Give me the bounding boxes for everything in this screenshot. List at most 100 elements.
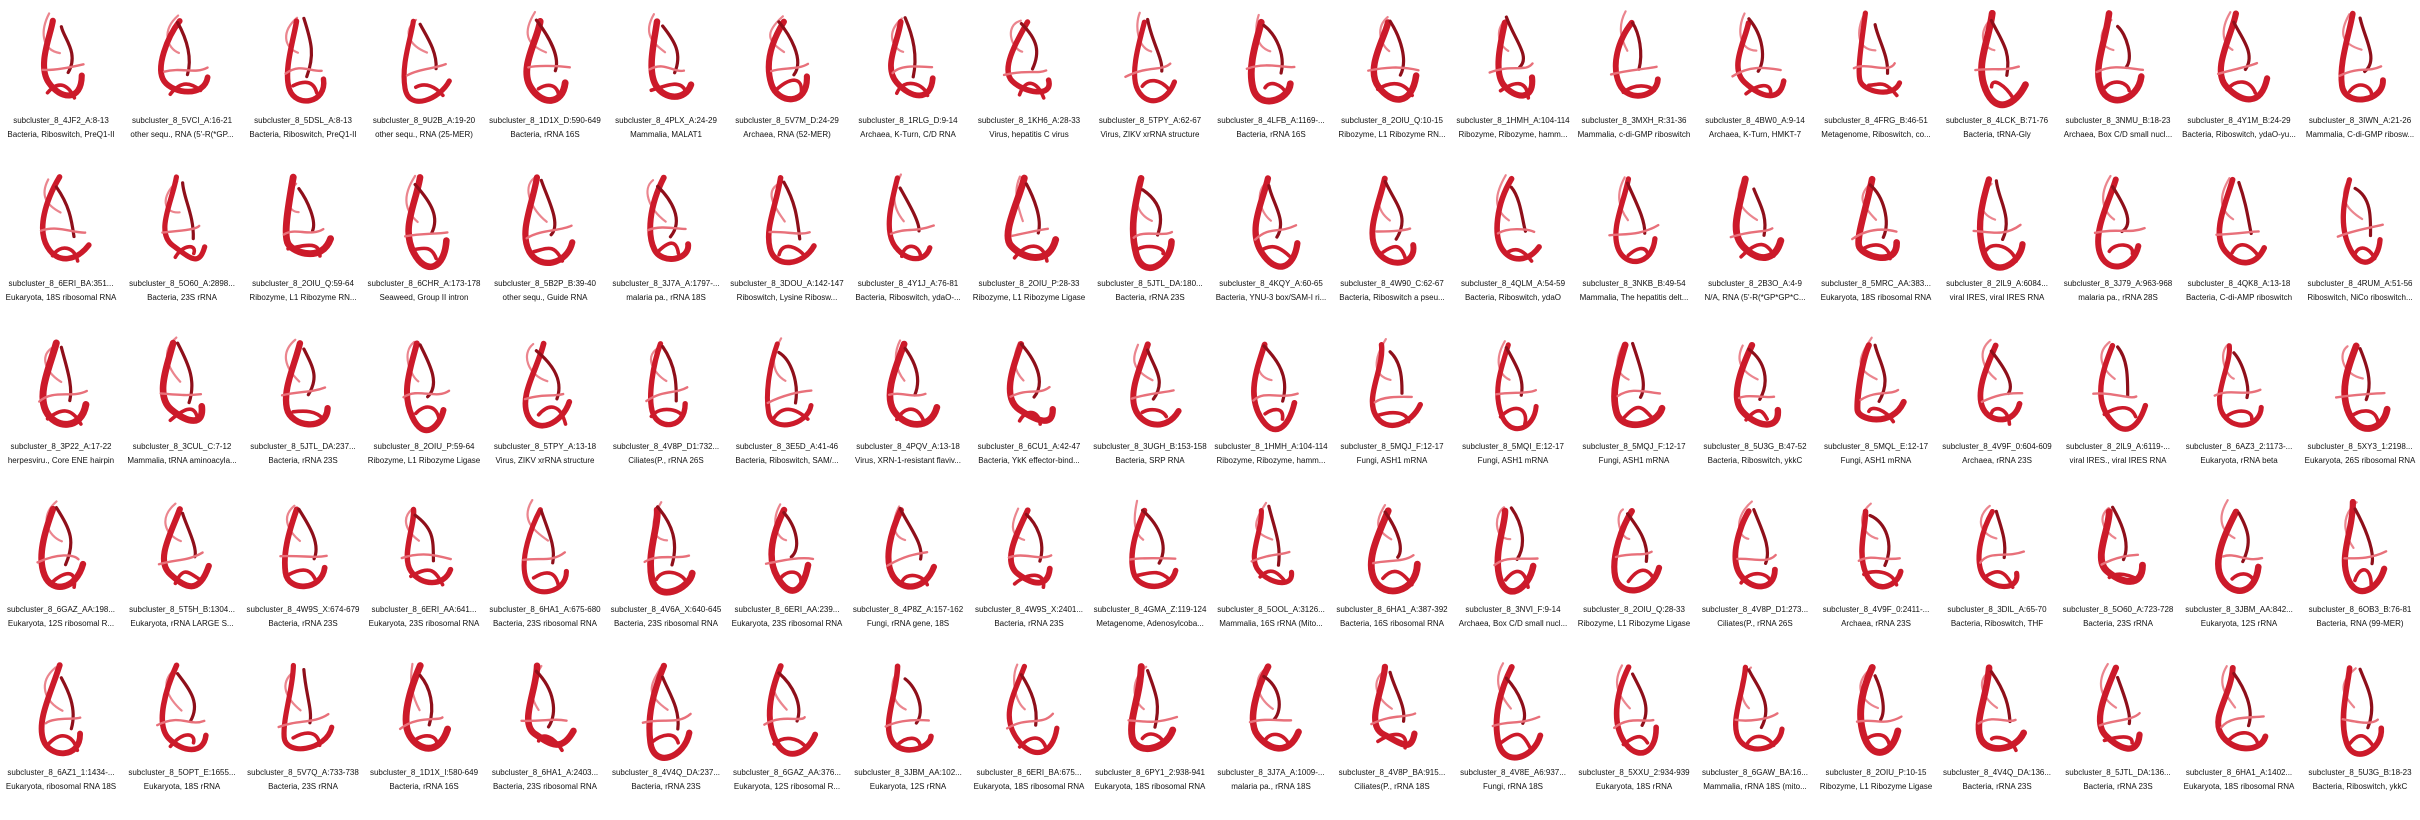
structure-id-label: subcluster_8_6HA1_A:1402... [2185,768,2293,777]
structure-tile: subcluster_8_4FRG_B:46-51 Metagenome, Rib… [1809,6,1943,166]
rna-strand [59,676,75,731]
rna-strand [2353,568,2373,587]
rna-strand [1129,174,1175,271]
rna-strand [39,227,87,234]
structure-source-label: Bacteria, Riboswitch, ydaO-... [855,293,961,302]
rna-strand [2358,16,2373,74]
structure-source-label: Archaea, rRNA 23S [1841,619,1911,628]
structure-id-label: subcluster_8_6GAW_BA:16... [1702,768,1808,777]
rna-structure-icon [2215,664,2269,752]
structure-source-label: Fungi, rRNA 18S [1482,782,1544,791]
structure-id-label: subcluster_8_4P8Z_A:157-162 [852,605,964,614]
structure-tile: subcluster_8_5JTL_DA:136... Bacteria, rRN… [2051,658,2185,818]
structure-id-label: subcluster_8_4V8E_A6:937... [1460,768,1566,777]
structure-source-label: Bacteria, rRNA 23S [1962,782,2032,791]
structure-id-label: subcluster_8_2B3O_A:4-9 [1708,279,1802,288]
structure-tile: subcluster_8_3NMU_B:18-23 Archaea, Box C/… [2051,6,2185,166]
rna-strand [1989,18,2010,77]
rna-strand [405,62,447,77]
rna-strand [1011,227,1050,238]
structure-tile: subcluster_8_6PY1_2:938-941 Eukaryota, 18… [1083,658,1217,818]
structure-source-label: Bacteria, 23S rRNA [2083,619,2153,628]
rna-strand [2111,505,2128,562]
rna-structure-icon [1852,10,1903,98]
structure-tile: subcluster_8_5JTL_DA:237... Bacteria, rRN… [236,332,370,492]
rna-structure-icon [2097,505,2146,585]
rna-strand [1132,230,1174,239]
rna-structure-icon [884,663,934,753]
rna-strand [2220,715,2265,729]
rna-strand [2358,347,2371,402]
structure-id-label: subcluster_8_3JBM_AA:842... [2185,605,2293,614]
rna-strand [1873,674,1885,722]
rna-strand [1375,227,1412,233]
rna-structure-icon [1367,15,1420,103]
structure-source-label: Riboswitch, Lysine Ribosw... [736,293,838,302]
structure-tile: subcluster_8_4LCK_B:71-76 Bacteria, tRNA-… [1930,6,2064,166]
structure-tile: subcluster_8_4V4Q_DA:136... Bacteria, rRN… [1930,658,2064,818]
structure-source-label: herpesviru., Core ENE hairpin [7,456,115,465]
rna-structure-icon [401,18,452,104]
structure-tile: subcluster_8_4W9S_X:674-679 Bacteria, rRN… [236,495,370,655]
rna-structure-icon [159,336,206,424]
rna-strand [1626,181,1647,235]
structure-source-label: Eukaryota, 12S ribosomal R... [733,782,841,791]
structure-source-label: Eukaryota, 18S rRNA [143,782,221,791]
structure-id-label: subcluster_8_5TPY_A:62-67 [1098,116,1202,125]
structure-id-label: subcluster_8_2OIU_P:10-15 [1825,768,1927,777]
rna-strand [1744,409,1769,422]
structure-source-label: Bacteria, YkK effector-bind... [978,456,1080,465]
structure-id-label: subcluster_8_5O60_A:723-728 [2062,605,2174,614]
rna-strand [2230,243,2261,258]
rna-strand [1262,344,1287,403]
rna-strand [2343,550,2388,560]
rna-strand [1250,550,1291,563]
rna-strand [168,733,196,749]
structure-id-label: subcluster_8_1KH6_A:28-33 [977,116,1081,125]
structure-source-label: Archaea, rRNA 23S [1962,456,2032,465]
structure-source-label: Mammalia, tRNA aminoacyla... [127,456,237,465]
rna-strand [284,67,323,75]
rna-structure-icon [1976,504,2026,590]
structure-id-label: subcluster_8_4QLM_A:54-59 [1460,279,1566,288]
rna-strand [1140,78,1172,93]
rna-strand [1994,509,2007,560]
structure-id-label: subcluster_8_3JBM_AA:102... [854,768,962,777]
structure-source-label: Fungi, ASH1 mRNA [1477,456,1549,465]
rna-strand [418,673,434,727]
structure-source-label: Eukaryota, ribosomal RNA 18S [5,782,117,791]
structure-source-label: Archaea, Box C/D small nucl... [1458,619,1568,628]
structure-source-label: Virus, ZIKV xrRNA structure [495,456,595,465]
rna-strand [284,18,327,104]
structure-tile: subcluster_8_3JBM_AA:842... Eukaryota, 12… [2172,495,2306,655]
rna-strand [302,667,313,725]
rna-strand [768,230,811,235]
structure-tile: subcluster_8_4V8P_D1:732... Ciliates(P., … [599,332,733,492]
rna-strand [1736,553,1777,562]
structure-tile: subcluster_8_3MXH_R:31-36 Mammalia, c-di-… [1567,6,1701,166]
rna-structure-icon [1731,12,1787,99]
rna-strand [1504,676,1527,725]
structure-source-label: other sequ., Guide RNA [502,293,588,302]
rna-structure-icon [2213,343,2264,428]
rna-strand [176,20,191,77]
structure-id-label: subcluster_8_6CU1_A:42-47 [977,442,1081,451]
structure-tile: subcluster_8_3NKB_B:49-54 Mammalia, The h… [1567,169,1701,329]
structure-id-label: subcluster_8_5JTL_DA:180... [1097,279,1203,288]
structure-id-label: subcluster_8_4W9S_X:674-679 [246,605,360,614]
structure-source-label: Ribozyme, L1 Ribozyme Ligase [972,293,1086,302]
rna-structure-icon [1975,664,2028,753]
rna-structure-icon [2093,174,2146,270]
structure-tile: subcluster_8_4LFB_A:1169-... Bacteria, rR… [1204,6,1338,166]
structure-source-label: Eukaryota, 18S ribosomal RNA [2183,782,2295,791]
rna-strand [1262,674,1281,721]
rna-structure-icon [1004,174,1060,263]
rna-strand [539,178,557,237]
rna-structure-icon [2340,665,2385,757]
structure-source-label: other sequ., RNA (25-MER) [375,130,473,139]
structure-source-label: Ribozyme, L1 Ribozyme RN... [249,293,357,302]
structure-tile: subcluster_8_4V9F_0:2411-... Archaea, rRN… [1809,495,1943,655]
structure-tile: subcluster_8_4QLM_A:54-59 Bacteria, Ribos… [1446,169,1580,329]
rna-strand [1141,508,1165,565]
structure-id-label: subcluster_8_4V9F_0:604-609 [1942,442,2052,451]
